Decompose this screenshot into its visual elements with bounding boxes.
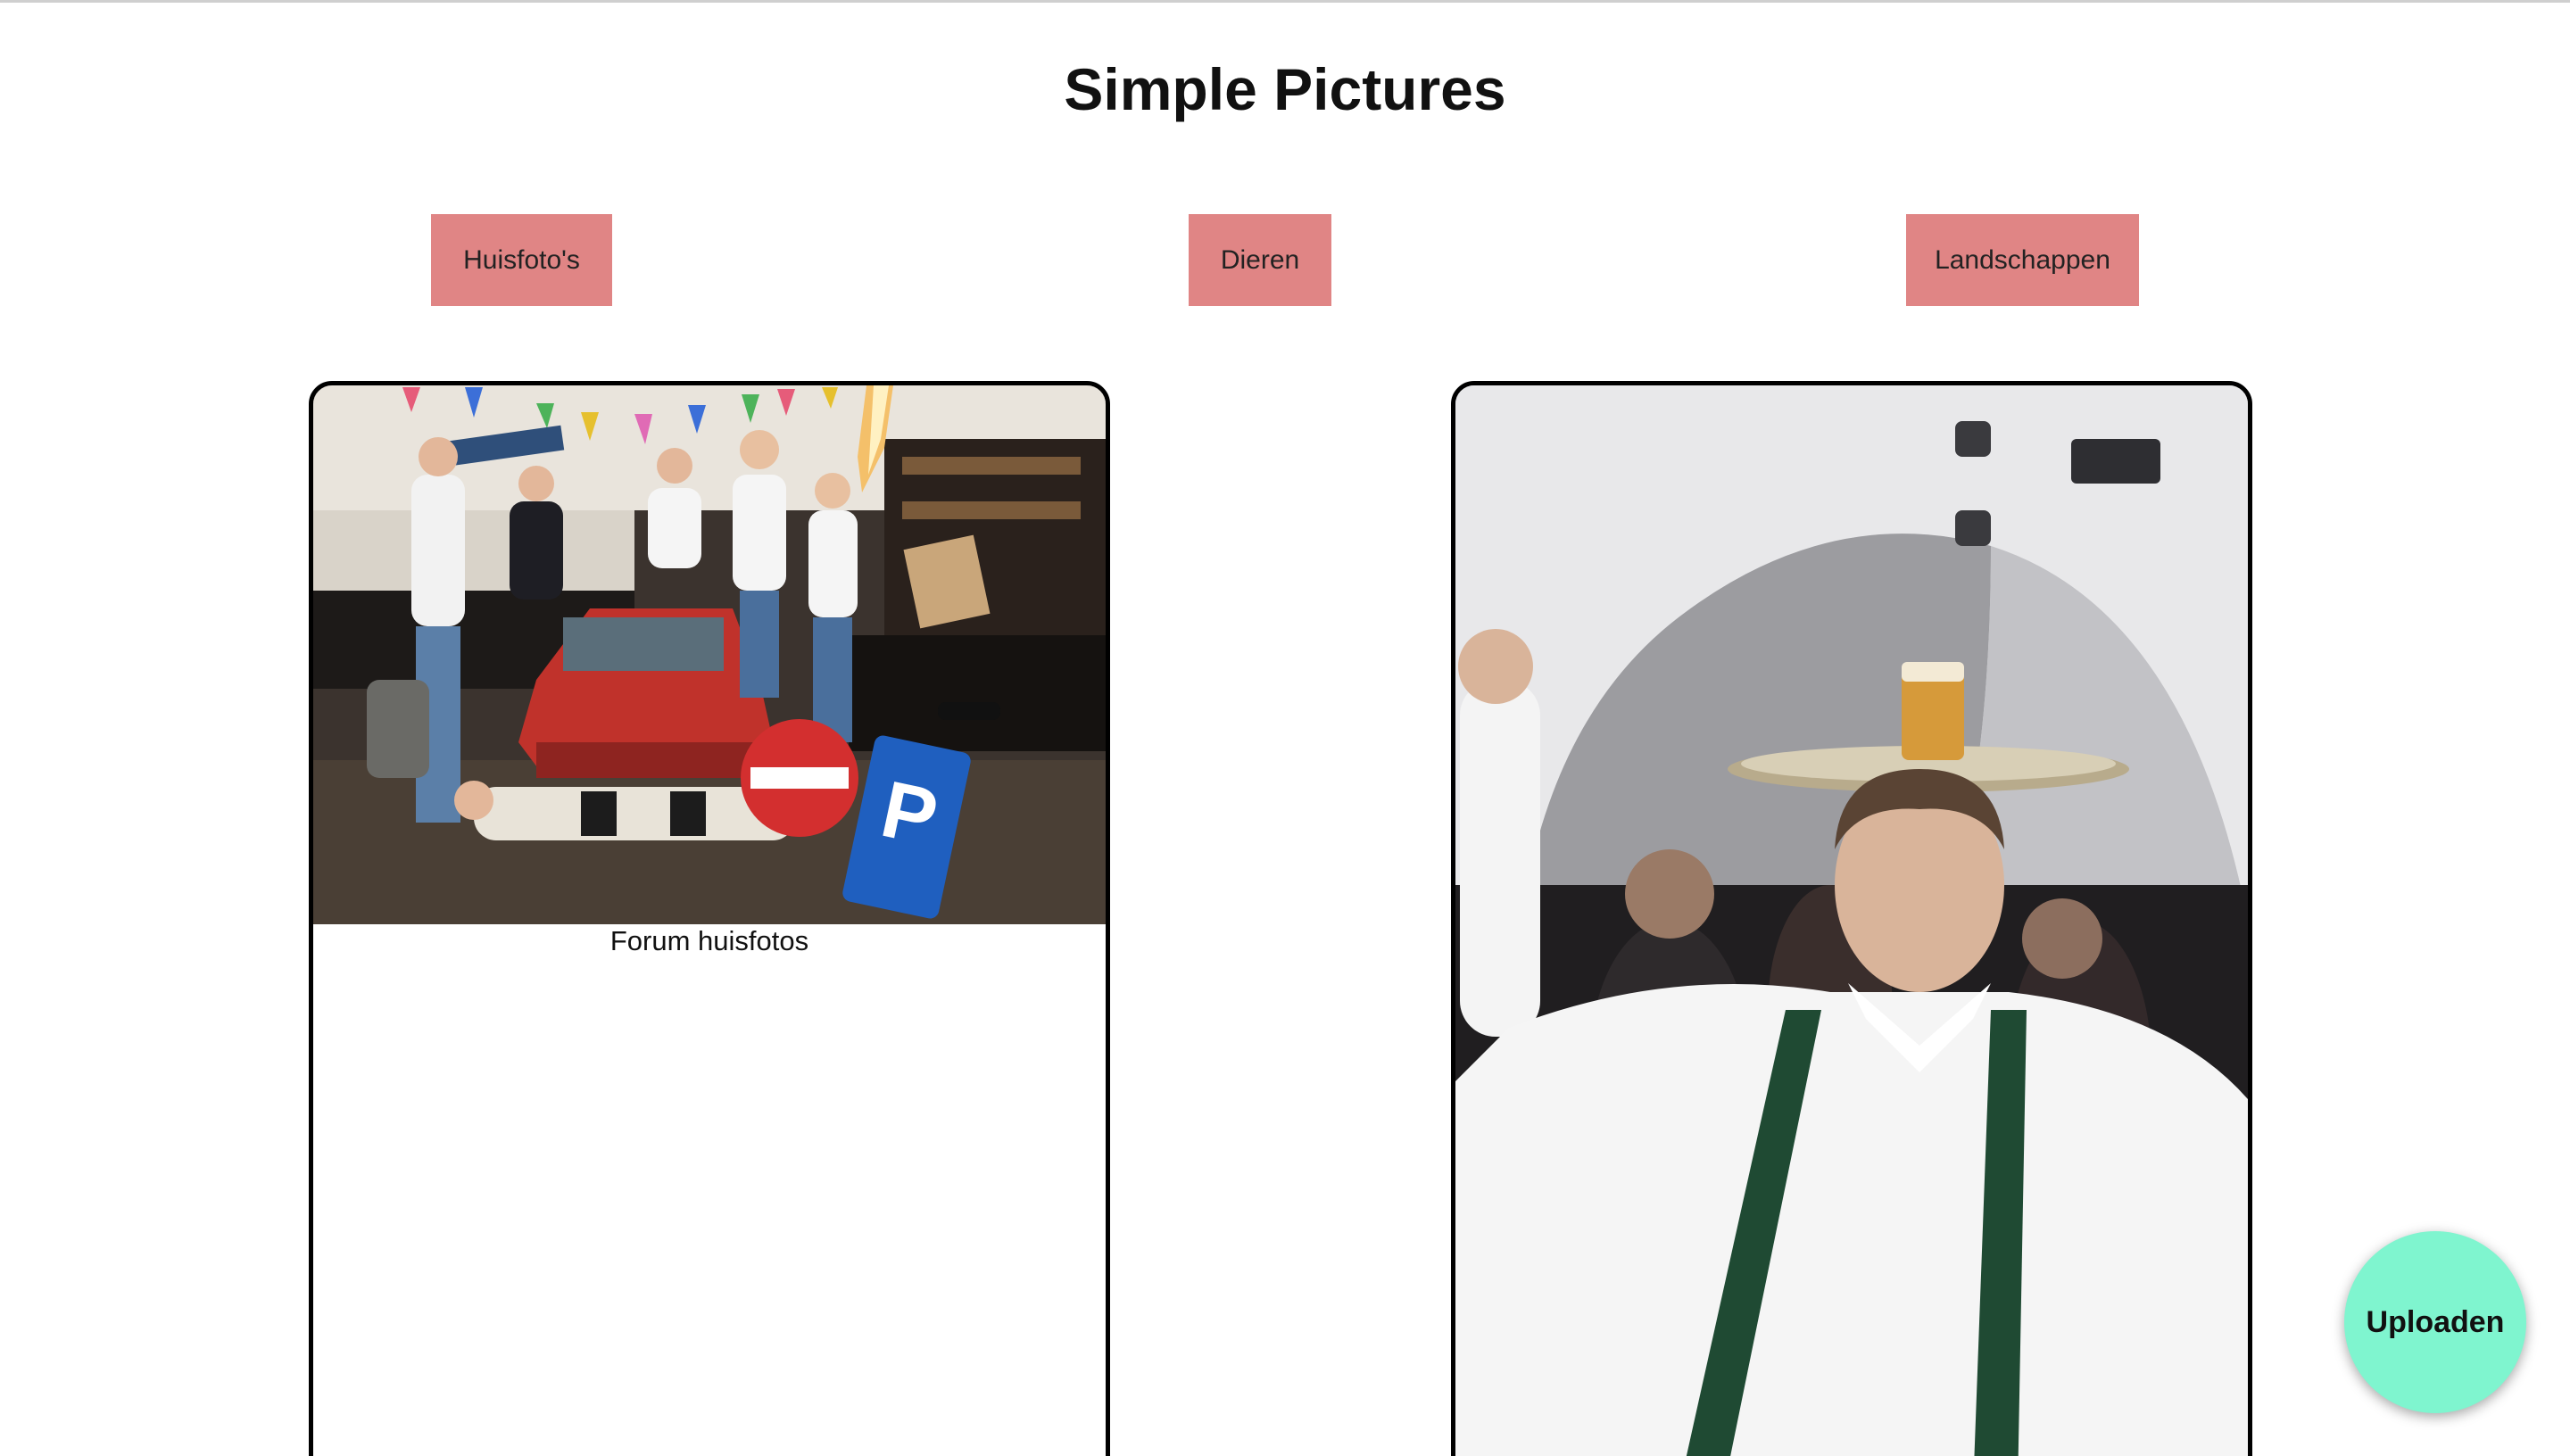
category-button-dieren[interactable]: Dieren <box>1189 214 1331 306</box>
group-party-photo: P <box>313 385 1106 924</box>
upload-button[interactable]: Uploaden <box>2344 1231 2526 1413</box>
photo-card-forum[interactable]: P Forum huisfotos <box>309 381 1110 1456</box>
page: Simple Pictures Huisfoto's Dieren Landsc… <box>0 0 2570 1456</box>
card-caption: Forum huisfotos <box>609 925 809 956</box>
category-button-landschappen[interactable]: Landschappen <box>1906 214 2139 306</box>
party-photo <box>1455 385 2248 1456</box>
category-button-huisfotos[interactable]: Huisfoto's <box>431 214 612 306</box>
page-title: Simple Pictures <box>1064 56 1506 122</box>
top-border <box>0 0 2570 3</box>
photo-card-party[interactable] <box>1451 381 2252 1456</box>
